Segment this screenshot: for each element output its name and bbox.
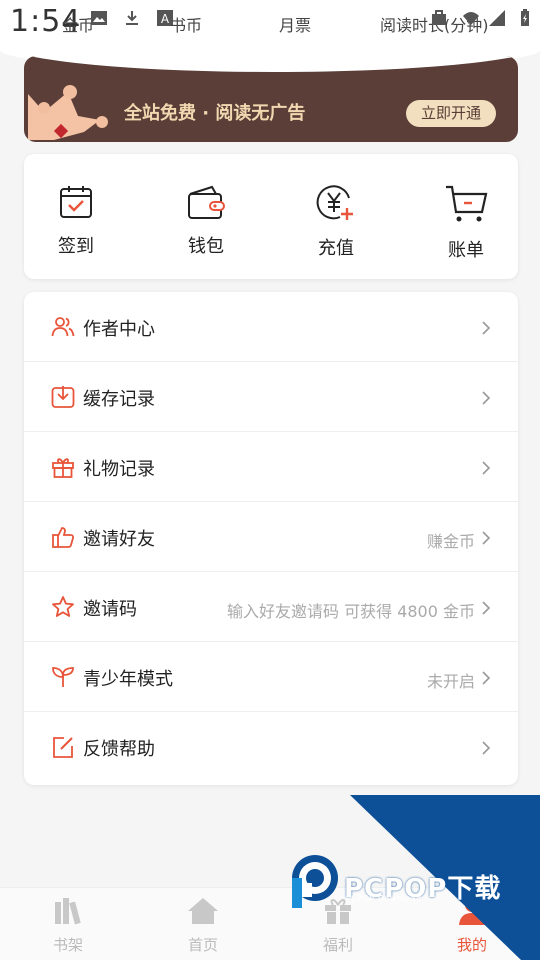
- quick-action-checkin[interactable]: 签到: [36, 184, 116, 258]
- vip-banner[interactable]: 全站免费 · 阅读无广告 立即开通: [24, 56, 518, 142]
- menu-item-gift-records[interactable]: 礼物记录: [24, 432, 518, 502]
- wallet-icon: [188, 185, 225, 219]
- home-icon: [188, 898, 218, 924]
- quick-action-bills[interactable]: 账单: [426, 184, 506, 262]
- pcpop-logo: [292, 855, 338, 908]
- menu-list: 作者中心 缓存记录 礼物记录 邀请好友 赚金币 邀请码 输入好友邀请码 可获得 …: [24, 292, 518, 785]
- nav-label: 首页: [187, 936, 218, 954]
- menu-item-label: 礼物记录: [83, 459, 155, 480]
- menu-item-author-center[interactable]: 作者中心: [24, 292, 518, 362]
- chevron-right-icon: [482, 461, 491, 475]
- download-status-icon: [126, 11, 138, 25]
- menu-item-label: 邀请码: [83, 599, 137, 620]
- menu-item-label: 青少年模式: [83, 669, 173, 690]
- menu-item-hint: 输入好友邀请码 可获得 4800 金币: [227, 602, 475, 621]
- crown-icon: [28, 85, 108, 140]
- stat-book-coins-label: 书币: [170, 16, 203, 35]
- briefcase-icon: [432, 10, 446, 25]
- chevron-right-icon: [482, 321, 491, 335]
- svg-text:A: A: [161, 12, 170, 26]
- chevron-right-icon: [482, 741, 491, 755]
- menu-item-invite-code[interactable]: 邀请码 输入好友邀请码 可获得 4800 金币: [24, 572, 518, 642]
- users-icon: [51, 317, 75, 337]
- menu-item-teen-mode[interactable]: 青少年模式 未开启: [24, 642, 518, 712]
- gift-icon: [52, 458, 74, 478]
- menu-item-label: 作者中心: [83, 319, 155, 340]
- nav-item-bookshelf[interactable]: 书架: [33, 896, 103, 955]
- quick-action-label: 签到: [58, 236, 94, 257]
- menu-item-label: 反馈帮助: [83, 739, 155, 760]
- watermark-subtitle: PCPOP Download: [346, 894, 422, 903]
- banner-text: 全站免费 · 阅读无广告: [124, 103, 306, 124]
- chevron-right-icon: [482, 601, 491, 615]
- status-bar: 1:54 金币 A 书币 月票 阅读时长(分钟): [0, 0, 540, 48]
- cart-icon: [446, 185, 488, 222]
- image-icon: [91, 11, 107, 25]
- sprout-icon: [52, 667, 74, 687]
- wifi-icon: [463, 12, 479, 25]
- quick-action-label: 充值: [318, 238, 354, 259]
- signal-icon: [489, 10, 505, 26]
- thumbs-up-icon: [52, 527, 75, 548]
- menu-item-cache-records[interactable]: 缓存记录: [24, 362, 518, 432]
- quick-action-wallet[interactable]: 钱包: [166, 184, 246, 258]
- menu-item-hint: 赚金币: [426, 532, 475, 551]
- download-icon: [51, 386, 75, 408]
- yuan-plus-icon: [316, 185, 353, 220]
- chevron-right-icon: [482, 531, 491, 545]
- menu-item-label: 缓存记录: [83, 389, 155, 410]
- bookshelf-icon: [55, 898, 81, 925]
- menu-item-feedback-help[interactable]: 反馈帮助: [24, 712, 518, 782]
- edit-icon: [53, 737, 73, 758]
- banner-top-curve: [24, 56, 518, 72]
- quick-actions-card: 签到 钱包 充值 账单: [24, 154, 518, 279]
- nav-label: 福利: [322, 936, 353, 954]
- quick-action-label: 钱包: [188, 236, 224, 257]
- chevron-right-icon: [482, 671, 491, 685]
- quick-action-recharge[interactable]: 充值: [296, 184, 376, 260]
- battery-icon: [521, 9, 529, 26]
- stat-monthly-ticket-label: 月票: [279, 16, 312, 35]
- calendar-check-icon: [60, 186, 92, 218]
- nav-label: 书架: [52, 936, 83, 954]
- activate-vip-button[interactable]: 立即开通: [406, 100, 496, 127]
- nav-item-home[interactable]: 首页: [168, 896, 238, 955]
- menu-item-invite-friends[interactable]: 邀请好友 赚金币: [24, 502, 518, 572]
- quick-action-label: 账单: [448, 240, 484, 261]
- chevron-right-icon: [482, 391, 491, 405]
- nav-label: 我的: [456, 936, 487, 954]
- star-icon: [52, 596, 74, 617]
- menu-item-hint: 未开启: [426, 672, 475, 691]
- menu-item-label: 邀请好友: [83, 529, 155, 550]
